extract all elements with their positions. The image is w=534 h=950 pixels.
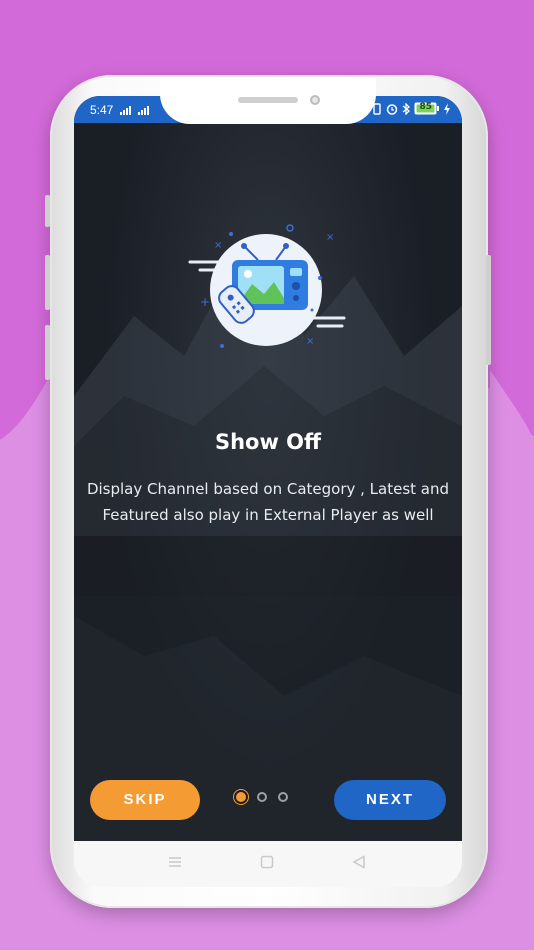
status-time: 5:47 bbox=[90, 103, 114, 117]
slide-description: Display Channel based on Category , Late… bbox=[86, 480, 450, 524]
next-button[interactable]: NEXT bbox=[334, 780, 446, 820]
svg-text:+: + bbox=[200, 295, 210, 309]
charging-icon bbox=[444, 102, 450, 115]
phone-side-button bbox=[486, 255, 491, 365]
page-dot[interactable] bbox=[257, 792, 267, 802]
phone-camera bbox=[310, 95, 320, 105]
tv-remote-illustration: + × × × bbox=[188, 224, 346, 348]
page-dot-active[interactable] bbox=[236, 792, 246, 802]
battery-level: 85 bbox=[419, 102, 432, 112]
system-nav-bar bbox=[74, 841, 462, 887]
back-nav-icon[interactable] bbox=[352, 855, 366, 869]
app-screen: 5:47 85 + × × × Show Off Display Channel… bbox=[74, 96, 462, 841]
skip-button[interactable]: SKIP bbox=[90, 780, 200, 820]
svg-text:×: × bbox=[326, 232, 334, 243]
mountain-background bbox=[74, 246, 462, 841]
home-nav-icon[interactable] bbox=[260, 855, 274, 869]
signal-icon bbox=[120, 106, 149, 115]
svg-text:×: × bbox=[214, 240, 222, 251]
slide-title: Show Off bbox=[214, 430, 322, 454]
bluetooth-icon bbox=[402, 102, 410, 115]
menu-nav-icon[interactable] bbox=[168, 855, 182, 869]
phone-side-button bbox=[45, 325, 50, 380]
page-dot[interactable] bbox=[278, 792, 288, 802]
phone-side-button bbox=[45, 195, 50, 227]
phone-speaker bbox=[238, 97, 298, 103]
phone-side-button bbox=[45, 255, 50, 310]
svg-text:×: × bbox=[306, 336, 314, 347]
page-indicator bbox=[236, 792, 288, 802]
alarm-icon bbox=[386, 103, 398, 115]
